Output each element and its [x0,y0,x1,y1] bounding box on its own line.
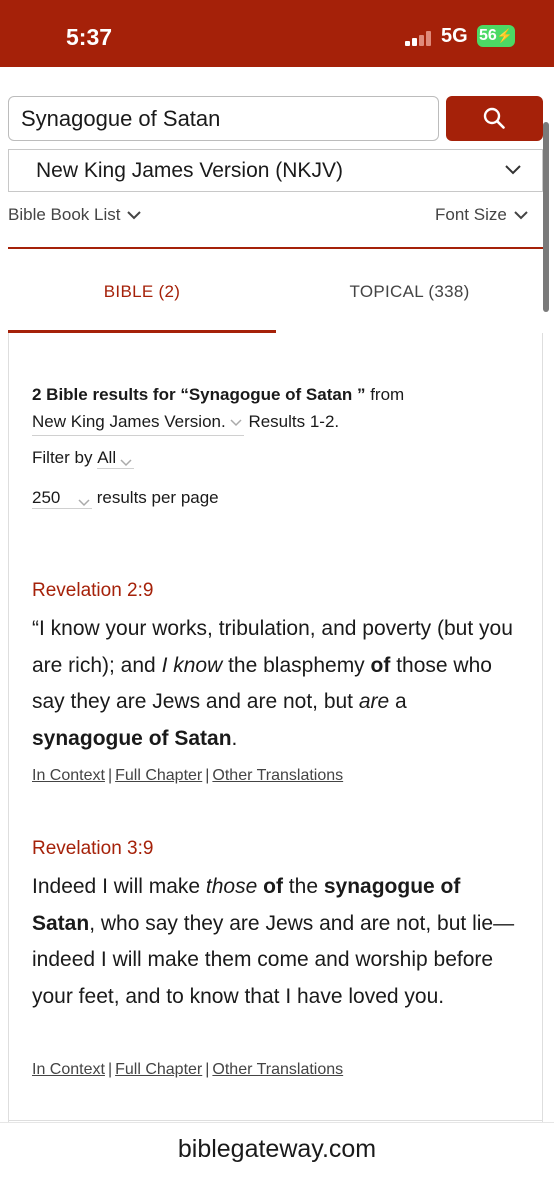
font-size-toggle[interactable]: Font Size [435,205,529,225]
bible-book-list-label: Bible Book List [8,205,121,224]
battery-level: 56 [479,27,497,44]
status-bar: 5:37 5G 56⚡ [0,0,554,67]
other-translations-link[interactable]: Other Translations [212,767,343,784]
chevron-down-icon [78,499,90,507]
chevron-down-icon [120,459,132,467]
chevron-down-icon [127,211,142,220]
full-chapter-link[interactable]: Full Chapter [115,767,202,784]
search-input[interactable] [8,96,439,141]
version-select[interactable]: New King James Version (NKJV) [8,149,543,192]
per-page-select[interactable]: 250 [32,488,92,509]
divider [8,247,543,249]
per-page-label: results per page [96,488,219,507]
results-range: Results 1-2. [248,412,340,431]
italic-text: are [358,690,390,713]
search-button[interactable] [446,96,543,141]
verse-text-run: a [389,690,407,713]
results-from: from [370,385,405,404]
verse-text-run: the blasphemy [222,653,371,677]
version-filter-value: New King James Version. [32,412,226,431]
font-size-label: Font Size [435,205,507,224]
verse-text-run: , who say they are Jews and are not, but… [32,911,515,1008]
highlighted-term: of [263,875,283,898]
browser-url-bar[interactable]: biblegateway.com [0,1122,554,1200]
version-filter-select[interactable]: New King James Version. [32,408,244,436]
in-context-link[interactable]: In Context [32,1061,105,1078]
verse-reference-link[interactable]: Revelation 2:9 [32,580,153,602]
version-select-value: New King James Version (NKJV) [36,159,343,182]
status-time: 5:37 [66,24,113,50]
full-chapter-link[interactable]: Full Chapter [115,1061,202,1078]
per-page-value: 250 [32,488,61,507]
tab-topical[interactable]: TOPICAL (338) [276,282,543,302]
other-translations-link[interactable]: Other Translations [212,1061,343,1078]
verse-text: Indeed I will make those of the synagogu… [32,869,522,1015]
results-panel: 2 Bible results for “Synagogue of Satan … [8,333,543,1123]
highlighted-term: of [370,653,391,677]
cellular-signal-icon [405,30,431,46]
search-icon [483,107,505,129]
filter-value: All [97,448,117,467]
verse-text-run: Indeed I will make [32,875,206,898]
results-summary: 2 Bible results for “Synagogue of Satan … [32,381,532,436]
verse-links: In Context | Full Chapter | Other Translatio… [32,767,344,784]
italic-text: I know [161,653,223,677]
chevron-down-icon [514,211,528,220]
bible-book-list-toggle[interactable]: Bible Book List [8,205,142,225]
highlighted-term: synagogue of Satan [32,726,232,750]
verse-text-run: . [231,726,238,750]
scrollbar[interactable] [543,122,549,312]
chevron-down-icon [505,165,521,175]
results-count: 2 Bible results for “Synagogue of Satan … [32,385,366,404]
chevron-down-icon [230,419,242,427]
verse-text: “I know your works, tribulation, and pov… [32,611,522,757]
filter-label: Filter by [32,448,93,467]
url-text: biblegateway.com [177,1135,377,1163]
battery-icon: 56⚡ [477,25,515,47]
divider [9,1120,542,1121]
verse-links: In Context | Full Chapter | Other Translatio… [32,1061,344,1078]
per-page-row: 250 results per page [32,488,219,509]
network-type: 5G [441,25,468,47]
italic-text: those [205,875,258,898]
filter-row: Filter by All [32,448,135,469]
verse-text-run: the [282,875,324,898]
in-context-link[interactable]: In Context [32,767,105,784]
verse-reference-link[interactable]: Revelation 3:9 [32,838,153,860]
tab-bible[interactable]: BIBLE (2) [8,282,276,302]
filter-select[interactable]: All [97,448,135,469]
